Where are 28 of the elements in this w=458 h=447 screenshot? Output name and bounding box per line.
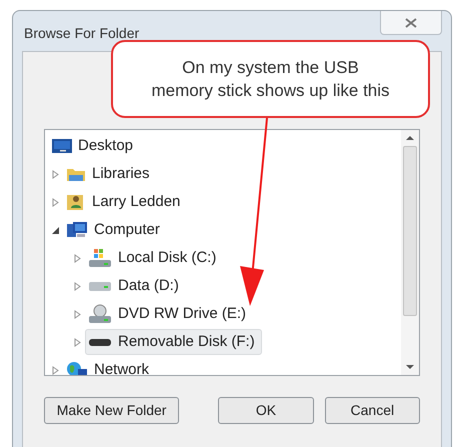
ok-button[interactable]: OK: [218, 397, 314, 424]
tree-item[interactable]: Local Disk (C:): [85, 245, 224, 271]
tree-item[interactable]: Data (D:): [85, 273, 186, 299]
scrollbar[interactable]: [401, 130, 419, 375]
tree-item[interactable]: Desktop: [49, 133, 140, 159]
callout-bubble: On my system the USB memory stick shows up like this: [111, 40, 430, 118]
new-folder-button[interactable]: Make New Folder: [44, 397, 180, 424]
tree-item[interactable]: Larry Ledden: [63, 189, 188, 215]
scroll-thumb[interactable]: [403, 146, 417, 316]
tree-item[interactable]: Network: [63, 357, 156, 375]
hard-drive-icon: [88, 248, 112, 268]
folder-tree[interactable]: Desktop Libraries Larry Ledden Computer Local Disk (C:) Data (D:) DVD RW Drive (E:) Removable Disk (F:) Network: [44, 129, 420, 376]
monitor-icon: [52, 138, 72, 154]
tree-item[interactable]: DVD RW Drive (E:): [85, 301, 254, 327]
folder-icon: [66, 166, 86, 182]
close-button[interactable]: [380, 11, 442, 35]
close-icon: [405, 18, 417, 28]
computer-icon: [66, 221, 88, 239]
disc-drive-icon: [88, 304, 112, 324]
user-folder-icon: [66, 193, 86, 211]
drive-icon: [88, 337, 112, 347]
window-title: Browse For Folder: [24, 24, 140, 43]
tree-item[interactable]: Libraries: [63, 161, 157, 187]
tree-item[interactable]: Removable Disk (F:): [85, 329, 262, 355]
hard-drive-icon: [88, 280, 112, 292]
cancel-button[interactable]: Cancel: [324, 397, 420, 424]
globe-icon: [66, 361, 88, 375]
tree-item[interactable]: Computer: [63, 217, 167, 243]
